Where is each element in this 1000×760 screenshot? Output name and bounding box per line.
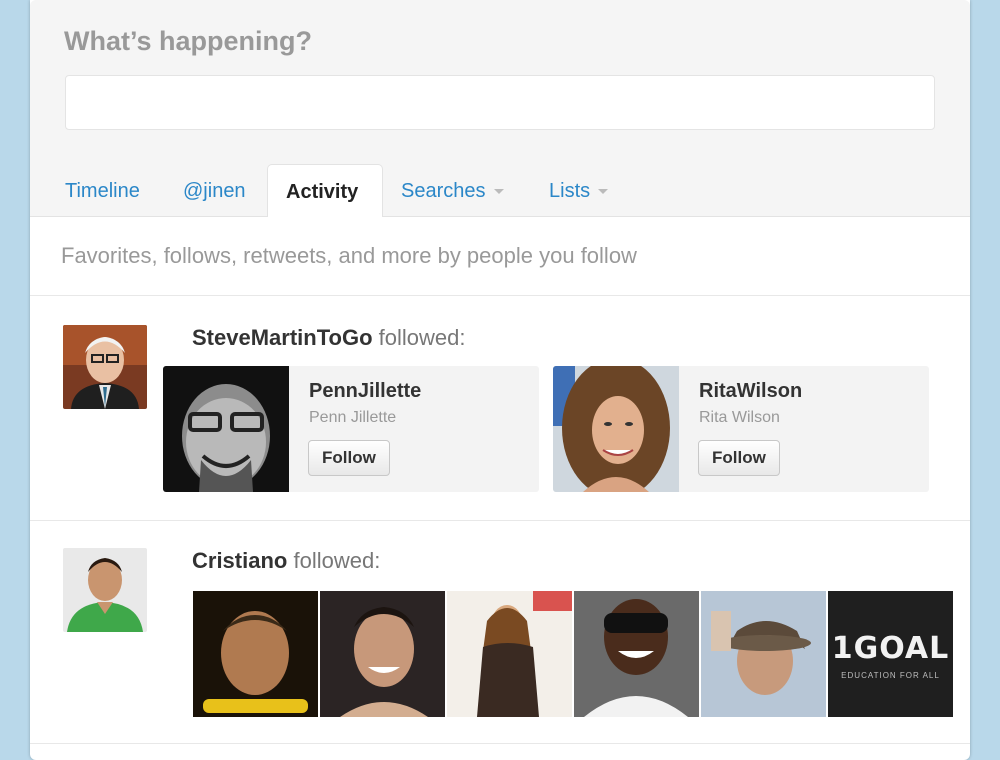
- tweet-input[interactable]: [65, 75, 935, 130]
- card-username[interactable]: RitaWilson: [699, 380, 802, 403]
- followed-user-thumbnail[interactable]: [193, 591, 318, 717]
- activity-headline: Cristiano followed:: [192, 548, 380, 574]
- chevron-down-icon: [598, 189, 609, 195]
- activity-panel: What’s happening? Timeline @jinen Activi…: [30, 0, 970, 760]
- chevron-down-icon: [493, 189, 504, 195]
- tab-timeline[interactable]: Timeline: [65, 164, 140, 217]
- action-text: followed:: [372, 325, 466, 350]
- user-photo[interactable]: [163, 366, 289, 492]
- divider: [30, 743, 970, 744]
- tab-bar: Timeline @jinen Activity Searches Lists: [30, 164, 970, 217]
- tab-activity[interactable]: Activity: [267, 164, 383, 217]
- tab-lists-label: Lists: [549, 180, 591, 202]
- user-card: RitaWilson Rita Wilson Follow: [553, 366, 929, 492]
- avatar[interactable]: [63, 548, 147, 632]
- actor-name[interactable]: SteveMartinToGo: [192, 325, 373, 350]
- tab-mentions-label: @jinen: [183, 180, 246, 202]
- compose-box: What’s happening? Timeline @jinen Activi…: [30, 0, 970, 217]
- thumbnail-logo-text: 1GOAL: [831, 631, 950, 666]
- divider: [30, 295, 970, 296]
- activity-description: Favorites, follows, retweets, and more b…: [61, 243, 637, 268]
- followed-user-thumbnail[interactable]: 1GOAL EDUCATION FOR ALL: [828, 591, 953, 717]
- tab-activity-label: Activity: [286, 181, 359, 203]
- followed-user-thumbnail[interactable]: [574, 591, 699, 717]
- card-fullname: Penn Jillette: [309, 409, 397, 426]
- tab-searches[interactable]: Searches: [401, 164, 504, 217]
- compose-title: What’s happening?: [64, 26, 312, 56]
- tab-lists[interactable]: Lists: [549, 164, 609, 217]
- tab-mentions[interactable]: @jinen: [183, 164, 246, 217]
- avatar-cristiano-image: [63, 548, 147, 632]
- actor-name[interactable]: Cristiano: [192, 548, 287, 573]
- user-card: PennJillette Penn Jillette Follow: [163, 366, 539, 492]
- action-text: followed:: [287, 548, 381, 573]
- divider: [30, 520, 970, 521]
- follow-button[interactable]: Follow: [698, 440, 780, 476]
- followed-user-thumbnail[interactable]: [447, 591, 572, 717]
- follow-button[interactable]: Follow: [308, 440, 390, 476]
- tab-timeline-label: Timeline: [65, 180, 140, 202]
- tab-searches-label: Searches: [401, 180, 486, 202]
- avatar-steve-image: [63, 325, 147, 409]
- card-fullname: Rita Wilson: [699, 409, 780, 426]
- avatar[interactable]: [63, 325, 147, 409]
- card-username[interactable]: PennJillette: [309, 380, 421, 403]
- followed-user-thumbnail[interactable]: [701, 591, 826, 717]
- user-photo[interactable]: [553, 366, 679, 492]
- followed-user-thumbnail[interactable]: [320, 591, 445, 717]
- activity-headline: SteveMartinToGo followed:: [192, 325, 465, 351]
- thumbnail-logo-subtext: EDUCATION FOR ALL: [841, 671, 940, 680]
